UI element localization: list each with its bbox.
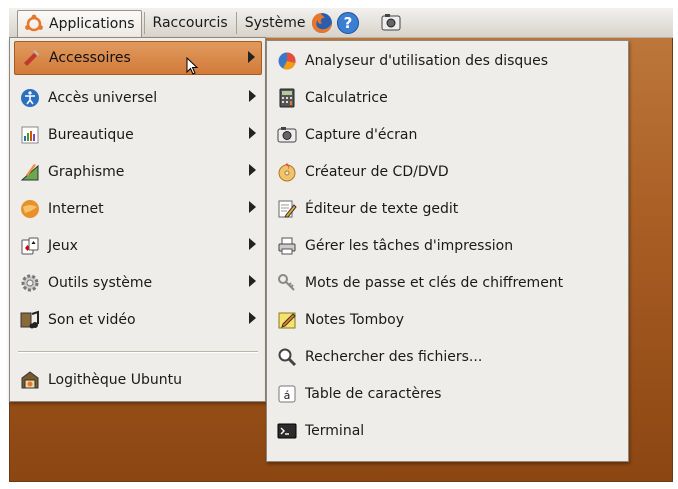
applications-label: Applications — [49, 16, 135, 32]
submenu-arrow-icon — [249, 312, 256, 324]
search-icon — [278, 348, 297, 367]
screenshot-launcher-icon[interactable] — [380, 12, 402, 34]
charmap-icon: á — [278, 385, 296, 403]
panel-separator — [143, 11, 145, 34]
menu-item-calculator[interactable]: Calculatrice — [271, 81, 625, 115]
submenu-arrow-icon — [249, 90, 256, 102]
menu-item-passwords-keys[interactable]: Mots de passe et clés de chiffrement — [271, 266, 625, 300]
svg-text:?: ? — [343, 14, 352, 32]
calculator-icon — [279, 88, 295, 108]
panel-separator — [235, 11, 237, 34]
menu-item-label: Notes Tomboy — [305, 312, 404, 328]
menu-item-label: Créateur de CD/DVD — [305, 164, 449, 180]
menu-item-label: Calculatrice — [305, 90, 388, 106]
menu-item-label: Capture d'écran — [305, 127, 418, 143]
menu-item-outils-systeme[interactable]: Outils système — [14, 266, 262, 300]
systeme-menu-button[interactable]: Système — [239, 10, 312, 36]
firefox-launcher-icon[interactable] — [310, 11, 334, 35]
menu-item-terminal[interactable]: Terminal — [271, 414, 625, 448]
menu-item-label: Gérer les tâches d'impression — [305, 238, 514, 254]
menu-item-label: Accès universel — [48, 90, 158, 106]
terminal-icon — [277, 423, 297, 439]
menu-item-print-jobs[interactable]: Gérer les tâches d'impression — [271, 229, 625, 263]
accessories-submenu: Analyseur d'utilisation des disques Calc… — [266, 40, 629, 462]
submenu-arrow-icon — [249, 127, 256, 139]
menu-item-label: Rechercher des fichiers... — [305, 349, 483, 365]
help-icon[interactable]: ? — [336, 11, 360, 35]
submenu-arrow-icon — [248, 51, 255, 63]
disk-usage-icon — [278, 52, 296, 70]
raccourcis-label: Raccourcis — [152, 14, 228, 31]
menu-item-label: Son et vidéo — [48, 312, 136, 328]
menu-item-label: Éditeur de texte gedit — [305, 201, 459, 217]
menu-item-bureautique[interactable]: Bureautique — [14, 118, 262, 152]
top-panel: Applications Raccourcis Système ? — [9, 8, 673, 38]
menu-item-label: Mots de passe et clés de chiffrement — [305, 275, 564, 291]
games-icon — [21, 237, 39, 255]
menu-item-label: Terminal — [305, 423, 365, 439]
submenu-arrow-icon — [249, 164, 256, 176]
menu-item-logitheque-ubuntu[interactable]: Logithèque Ubuntu — [14, 363, 262, 397]
ubuntu-logo-icon — [25, 14, 43, 32]
screenshot-icon — [277, 127, 297, 143]
menu-item-screenshot[interactable]: Capture d'écran — [271, 118, 625, 152]
menu-item-search-files[interactable]: Rechercher des fichiers... — [271, 340, 625, 374]
menu-item-acces-universel[interactable]: Accès universel — [14, 81, 262, 115]
printer-icon — [278, 237, 296, 255]
menu-item-label: Table de caractères — [305, 386, 442, 402]
cd-burner-icon — [278, 163, 296, 182]
menu-item-label: Internet — [48, 201, 104, 217]
menu-item-label: Analyseur d'utilisation des disques — [305, 53, 549, 69]
menu-item-label: Accessoires — [49, 50, 131, 66]
notes-icon — [278, 312, 296, 329]
system-tools-icon — [21, 274, 39, 292]
office-icon — [21, 126, 39, 144]
menu-item-disk-usage[interactable]: Analyseur d'utilisation des disques — [271, 44, 625, 78]
submenu-arrow-icon — [249, 275, 256, 287]
menu-item-label: Jeux — [48, 238, 78, 254]
raccourcis-menu-button[interactable]: Raccourcis — [147, 10, 234, 36]
menu-item-label: Graphisme — [48, 164, 125, 180]
svg-text:á: á — [284, 389, 291, 402]
systeme-label: Système — [244, 14, 306, 31]
sound-video-icon — [20, 310, 39, 329]
menu-item-label: Bureautique — [48, 127, 134, 143]
applications-menu-button[interactable]: Applications — [17, 9, 142, 38]
menu-item-jeux[interactable]: Jeux — [14, 229, 262, 263]
menu-separator — [18, 351, 258, 353]
menu-item-label: Outils système — [48, 275, 153, 291]
menu-item-accessoires[interactable]: Accessoires — [14, 41, 262, 75]
text-editor-icon — [278, 200, 297, 218]
menu-item-tomboy-notes[interactable]: Notes Tomboy — [271, 303, 625, 337]
menu-item-graphisme[interactable]: Graphisme — [14, 155, 262, 189]
mouse-cursor-icon — [186, 57, 199, 75]
applications-menu: Accessoires Accès universel Bureautique … — [9, 37, 266, 402]
menu-item-text-editor[interactable]: Éditeur de texte gedit — [271, 192, 625, 226]
graphics-icon — [20, 164, 39, 181]
submenu-arrow-icon — [249, 201, 256, 213]
accessories-icon — [24, 50, 39, 66]
menu-item-label: Logithèque Ubuntu — [48, 372, 182, 388]
software-center-icon — [21, 371, 39, 389]
submenu-arrow-icon — [249, 238, 256, 250]
menu-item-charmap[interactable]: á Table de caractères — [271, 377, 625, 411]
keys-icon — [278, 274, 295, 291]
menu-item-internet[interactable]: Internet — [14, 192, 262, 226]
menu-item-cd-burner[interactable]: Créateur de CD/DVD — [271, 155, 625, 189]
internet-icon — [21, 200, 39, 218]
menu-item-son-et-video[interactable]: Son et vidéo — [14, 303, 262, 337]
accessibility-icon — [21, 89, 39, 107]
